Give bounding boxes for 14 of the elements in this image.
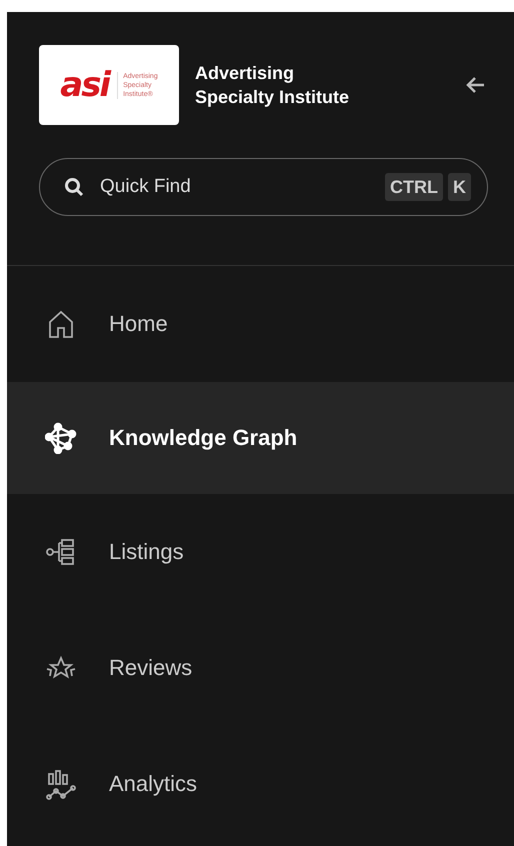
nav-item[interactable]: Analytics — [7, 726, 514, 842]
chart-icon — [45, 768, 77, 800]
shortcut-key: CTRL — [385, 172, 443, 200]
quick-find-input[interactable]: Quick Find — [98, 175, 366, 199]
organization-name: Advertising Specialty Institute — [195, 62, 350, 109]
nav-item[interactable]: Home — [7, 266, 514, 382]
nav-item[interactable]: Listings — [7, 494, 514, 610]
hierarchy-icon — [45, 536, 77, 568]
nav-item[interactable]: Knowledge Graph — [7, 382, 514, 494]
network-graph-icon — [45, 422, 77, 454]
search-icon — [64, 177, 84, 197]
nav-item[interactable]: Reviews — [7, 610, 514, 726]
shortcut-key: K — [448, 172, 471, 200]
logo-mark: asi — [60, 65, 110, 105]
